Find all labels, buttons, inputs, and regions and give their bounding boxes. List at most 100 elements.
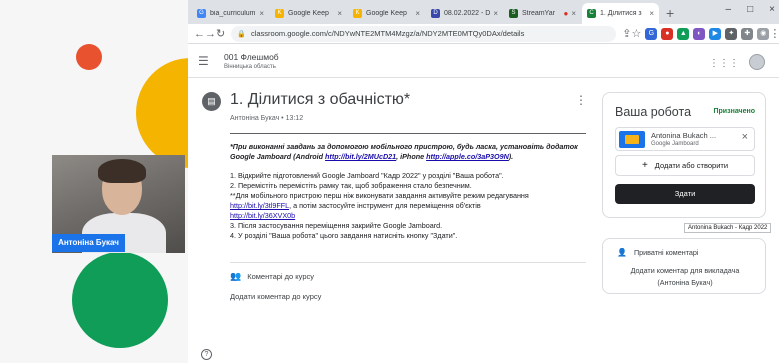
extension-icon[interactable]: ▲ [677,27,690,40]
browser-tab-active[interactable]: C 1. Ділитися з × [582,3,659,24]
tab-strip: G bia_curriculum × K Google Keep × K Goo… [188,0,779,24]
close-tab-icon[interactable]: × [493,9,498,18]
people-icon: 👥 [230,271,242,281]
class-name: 001 Флешмоб [224,51,279,62]
title-divider [230,133,586,134]
extensions-puzzle-icon[interactable]: ✚ [741,27,754,40]
person-icon: 👤 [617,248,627,257]
iphone-link[interactable]: http://apple.co/3aP3O9N [426,152,509,161]
private-comments-card: 👤 Приватні коментарі Додати коментар для… [602,238,766,294]
tab-favicon-icon: C [587,9,596,18]
presenter-panel: Антоніна Букач [0,0,188,363]
tab-title: Google Keep [288,10,329,17]
attachment-type: Google Jamboard [651,141,699,147]
step-4: 4. У розділі "Ваша робота" цього завданн… [230,231,458,240]
extension-icon[interactable]: ✦ [725,27,738,40]
extension-icon[interactable]: ◐ [693,27,706,40]
extension-icon[interactable]: ▶ [709,27,722,40]
attachment-name: Antonina Bukach ... [651,131,717,140]
browser-tab[interactable]: S StreamYar ● × [504,3,581,24]
tab-favicon-icon: D [431,9,440,18]
remove-attachment-icon[interactable]: × [742,131,748,143]
your-work-card: Ваша робота Призначено Antonina Bukach .… [602,92,766,218]
close-tab-icon[interactable]: × [571,9,576,18]
link2-line: http://bit.ly/36XVX0b [230,211,586,221]
account-avatar[interactable] [749,54,765,70]
jamboard-attachment[interactable]: Antonina Bukach ... Google Jamboard × [615,127,755,151]
tab-favicon-icon: K [275,9,284,18]
browser-tab[interactable]: D 08.02.2022 - D × [426,3,503,24]
assignment-status: Призначено [713,108,756,115]
link1-line: http://bit.ly/3tl9FFL, а потім застосуйт… [230,201,586,211]
tab-title: StreamYar [522,10,555,17]
share-icon[interactable]: ⇪ [622,27,631,40]
assignment-author: Антоніна Букач [230,115,280,122]
android-link[interactable]: http://bit.ly/2MUcD21 [325,152,396,161]
lock-icon: 🔒 [237,30,246,38]
person-hair [98,159,146,183]
add-private-comment-line2: (Антоніна Букач) [657,278,713,287]
reload-icon[interactable]: ↻ [216,27,225,40]
back-icon[interactable]: ← [194,28,205,40]
edit-mode-link[interactable]: http://bit.ly/3tl9FFL [230,201,289,210]
jamboard-thumbnail [619,131,645,148]
url-field[interactable]: 🔒 classroom.google.com/c/NDYwNTE2MTM4Mzg… [231,25,617,42]
tab-favicon-icon: S [509,9,518,18]
forward-icon[interactable]: → [205,28,216,40]
browser-tab[interactable]: G bia_curriculum × [192,3,269,24]
browser-window: G bia_curriculum × K Google Keep × K Goo… [188,0,779,363]
extension-icon[interactable]: G [645,27,658,40]
assignment-icon: ▤ [202,92,221,111]
close-tab-icon[interactable]: × [415,9,420,18]
browser-menu-icon[interactable]: ⋮ [769,27,779,40]
tab-title: 08.02.2022 - D [444,10,491,17]
note-end: ). [508,152,514,161]
main-menu-icon[interactable]: ☰ [198,54,218,68]
mobile-app-note: *При виконанні завдань за допомогою мобі… [230,142,586,162]
attachment-tooltip: Antonina Bukach - Кадр 2022 [684,223,772,233]
decorative-red-circle [76,44,102,70]
assignment-page: ▤ 1. Ділитися з обачністю* Антоніна Бука… [188,78,779,363]
new-tab-icon[interactable]: + [666,3,674,24]
close-tab-icon[interactable]: × [649,9,654,18]
google-apps-icon[interactable]: ⋮⋮⋮ [709,58,739,69]
add-private-comment-link[interactable]: Додати коментар для викладача (Антоніна … [603,265,767,289]
link1-tail: , а потім застосуйте інструмент для пере… [289,201,481,210]
submit-button[interactable]: Здати [615,184,755,204]
tab-title: 1. Ділитися з [600,10,642,17]
close-tab-icon[interactable]: × [259,9,264,18]
your-work-title: Ваша робота [615,105,692,119]
url-text: classroom.google.com/c/NDYwNTE2MTM4Mzgz/… [250,29,525,38]
more-options-icon[interactable]: ⋮ [575,93,587,107]
browser-tab[interactable]: K Google Keep × [348,3,425,24]
private-comments-header: 👤 Приватні коментарі [617,248,699,257]
close-window-icon[interactable]: × [769,4,775,15]
maximize-icon[interactable]: □ [747,4,753,15]
window-controls: – □ × [726,4,775,15]
close-tab-icon[interactable]: × [337,9,342,18]
add-or-create-label: Додати або створити [654,161,729,170]
profile-icon[interactable]: ◉ [757,27,770,40]
note-mid: , iPhone [396,152,427,161]
decorative-yellow-circle [136,58,188,168]
comments-divider [230,262,586,263]
step-1: 1. Відкрийте підготовлений Google Jamboa… [230,171,504,180]
assignment-time: 13:12 [285,115,304,122]
move-tool-link[interactable]: http://bit.ly/36XVX0b [230,211,295,220]
class-comments-header: 👥 Коментарі до курсу [230,271,314,282]
tab-favicon-icon: G [197,9,206,18]
browser-tab[interactable]: K Google Keep × [270,3,347,24]
minimize-icon[interactable]: – [726,4,732,15]
help-icon[interactable]: ? [201,349,212,360]
extension-icon[interactable]: ● [661,27,674,40]
classroom-header: ☰ 001 Флешмоб Вінницька область [188,44,779,78]
tab-title: Google Keep [366,10,407,17]
screen: Антоніна Букач G bia_curriculum × K Goog… [0,0,779,363]
class-region: Вінницька область [224,63,276,70]
add-class-comment-link[interactable]: Додати коментар до курсу [230,292,321,301]
decorative-green-circle [72,252,168,348]
class-title-block[interactable]: 001 Флешмоб Вінницька область [224,52,279,70]
assignment-description: *При виконанні завдань за допомогою мобі… [230,142,586,241]
add-or-create-button[interactable]: + Додати або створити [615,155,755,176]
bookmark-star-icon[interactable]: ☆ [631,27,641,40]
